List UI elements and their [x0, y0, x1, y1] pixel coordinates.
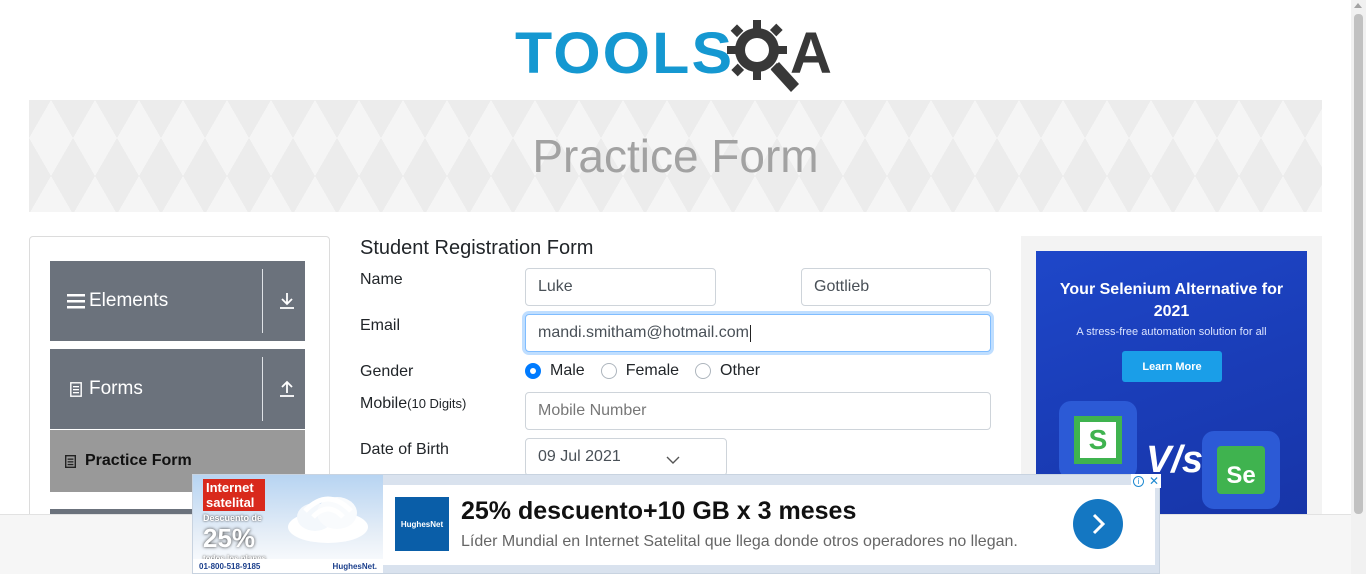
chevron-right-icon	[1092, 513, 1106, 535]
scroll-up-arrow-icon[interactable]	[1354, 3, 1362, 8]
close-icon[interactable]: ✕	[1149, 475, 1159, 487]
ad-brand: HughesNet.	[332, 561, 377, 571]
ad-image: Internet satelital Descuento de 25% todo…	[193, 475, 383, 573]
dob-value: 09 Jul 2021	[538, 448, 621, 465]
promo-discount-value: 25%	[203, 523, 256, 553]
sidebar-item-label: Practice Form	[85, 452, 192, 469]
page-banner: Practice Form	[29, 100, 1322, 212]
radio-button[interactable]	[600, 363, 617, 379]
email-label: Email	[360, 317, 401, 334]
email-value: mandi.smitham@hotmail.com	[538, 324, 749, 341]
selenium-logo-icon: Se	[1202, 431, 1280, 509]
last-name-value: Gottlieb	[814, 278, 870, 295]
first-name-value: Luke	[538, 278, 573, 295]
ad-content[interactable]: HughesNet 25% descuento+10 GB x 3 meses …	[383, 485, 1155, 565]
adchoices-icon[interactable]: i ✕	[1131, 474, 1161, 488]
radio-button[interactable]	[525, 363, 541, 379]
mobile-hint: (10 Digits)	[407, 396, 467, 411]
document-icon	[66, 381, 86, 397]
radio-label: Other	[720, 362, 761, 379]
mobile-placeholder: Mobile Number	[538, 402, 647, 419]
radio-label: Male	[550, 362, 585, 379]
sidebar-group-label: Elements	[89, 290, 169, 311]
chevron-down-icon	[666, 456, 680, 464]
mobile-label: Mobile(10 Digits)	[360, 395, 466, 413]
divider	[262, 269, 263, 333]
promo-title: Internet satelital	[203, 479, 265, 511]
upload-arrow-icon[interactable]	[278, 379, 296, 399]
gender-option-male[interactable]: Male	[525, 362, 585, 380]
mobile-label-text: Mobile	[360, 395, 408, 412]
ad-footer: 01-800-518-9185 HughesNet.	[193, 559, 383, 573]
dob-label: Date of Birth	[360, 441, 449, 458]
last-name-input[interactable]: Gottlieb	[801, 268, 991, 306]
info-icon[interactable]: i	[1133, 475, 1144, 487]
name-label: Name	[360, 271, 403, 288]
form-title: Student Registration Form	[360, 237, 594, 259]
ad-go-button[interactable]	[1073, 499, 1123, 549]
hamburger-icon	[66, 293, 86, 309]
ad-subtext: Líder Mundial en Internet Satelital que …	[461, 533, 1018, 550]
learn-more-button[interactable]: Learn More	[1122, 351, 1222, 382]
radio-label: Female	[625, 362, 680, 379]
gender-option-other[interactable]: Other	[695, 362, 760, 380]
download-arrow-icon[interactable]	[278, 291, 296, 311]
katalon-logo-icon: S	[1059, 401, 1137, 479]
toolsqa-logo[interactable]: TOOLS A	[515, 14, 840, 92]
promo-discount: Descuento de 25% todos los planes	[203, 513, 266, 563]
email-input[interactable]: mandi.smitham@hotmail.com	[525, 314, 991, 352]
sidebar-group-label: Forms	[89, 378, 143, 399]
ad-headline: 25% descuento+10 GB x 3 meses	[461, 497, 857, 525]
vertical-scrollbar[interactable]	[1351, 0, 1366, 574]
logo-tools-text: TOOLS	[515, 20, 735, 86]
divider	[262, 357, 263, 421]
first-name-input[interactable]: Luke	[525, 268, 716, 306]
gender-label: Gender	[360, 363, 414, 380]
side-ad-subtitle: A stress-free automation solution for al…	[1076, 326, 1267, 338]
document-icon	[65, 454, 79, 468]
logo-a-text: A	[790, 21, 832, 86]
hughesnet-logo: HughesNet	[395, 497, 449, 551]
scrollbar-thumb[interactable]	[1354, 14, 1363, 514]
sidebar-group-forms[interactable]: Forms	[50, 349, 305, 429]
text-cursor	[749, 324, 751, 342]
page: TOOLS A Practice Form Elements Forms Pra…	[0, 0, 1366, 574]
date-of-birth-input[interactable]: 09 Jul 2021	[525, 438, 727, 476]
mobile-input[interactable]: Mobile Number	[525, 392, 991, 430]
bottom-advertisement[interactable]: Internet satelital Descuento de 25% todo…	[192, 474, 1160, 574]
ad-phone: 01-800-518-9185	[199, 561, 261, 571]
side-ad-headline: Your Selenium Alternative for 2021	[1059, 281, 1284, 320]
gender-radio-group: Male Female Other	[525, 362, 776, 380]
sidebar-group-elements[interactable]: Elements	[50, 261, 305, 341]
page-title: Practice Form	[532, 130, 819, 182]
promo-discount-prefix: Descuento de	[203, 513, 263, 523]
wifi-cloud-icon	[288, 496, 368, 543]
gender-option-female[interactable]: Female	[600, 362, 680, 380]
radio-button[interactable]	[695, 363, 712, 379]
